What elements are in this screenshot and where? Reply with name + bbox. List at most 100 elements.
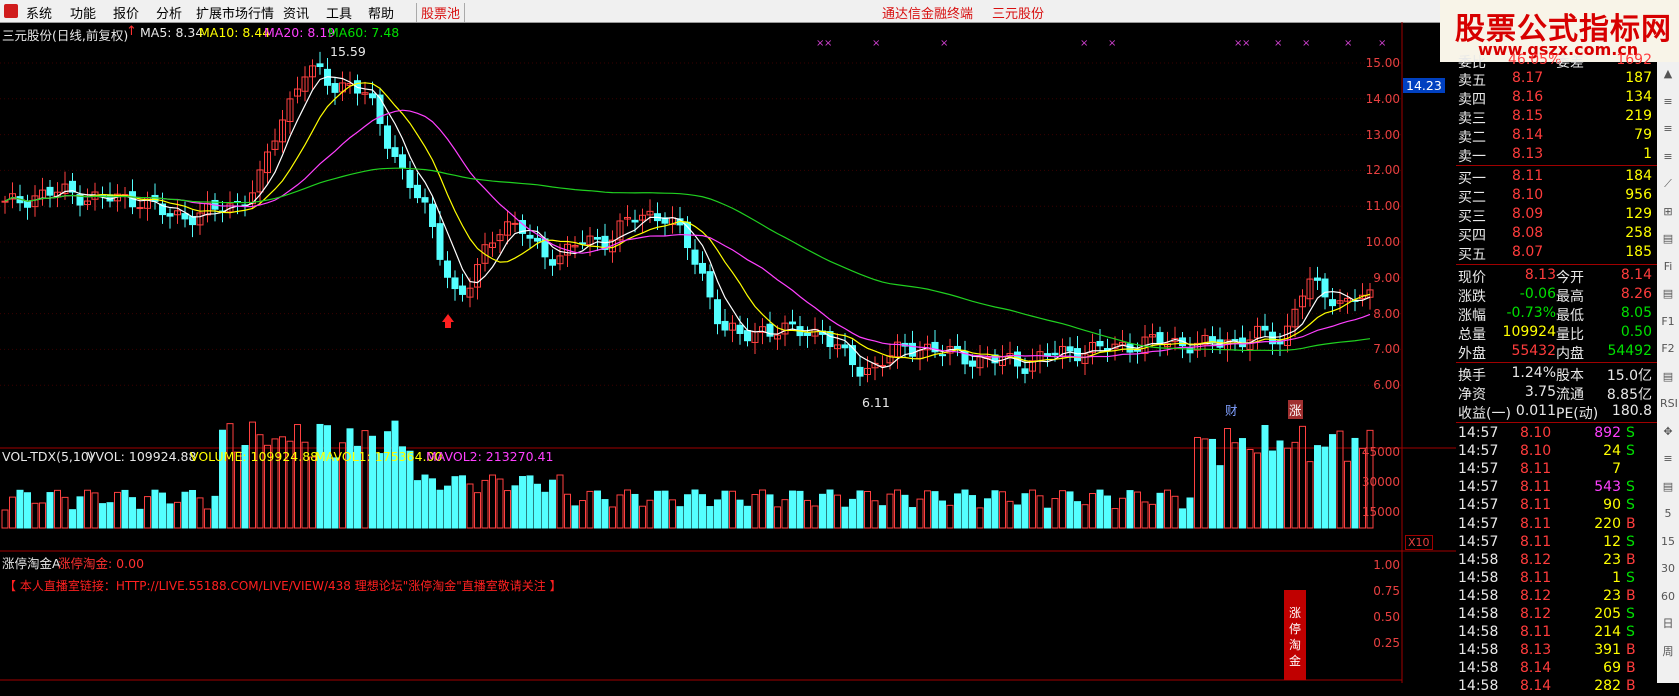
quote-cell: 流通 — [1556, 387, 1584, 403]
volume-bar — [346, 428, 354, 529]
toolbar-tool-icon[interactable]: 日 — [1660, 616, 1676, 632]
toolbar-tool-icon[interactable]: ▤ — [1660, 286, 1676, 302]
candle-body — [459, 285, 466, 295]
price-y-tick: 11.00 — [1365, 199, 1400, 214]
volume-bar — [511, 485, 519, 529]
quote-cell: 8.85亿 — [1606, 387, 1652, 403]
volume-bar — [849, 498, 856, 529]
toolbar-tool-icon[interactable]: 60 — [1660, 589, 1676, 605]
toolbar-tool-icon[interactable]: ▤ — [1660, 369, 1676, 385]
quote-cell: 15.0亿 — [1606, 368, 1652, 384]
volume-bar — [1329, 434, 1336, 529]
toolbar-tool-icon[interactable]: ⟋ — [1660, 176, 1676, 192]
quote-row: 14:58 8.12 23 B — [1456, 588, 1669, 606]
quote-row: 买三 8.09 129 — [1456, 206, 1669, 225]
quote-cell: 258 — [1625, 225, 1652, 241]
volume-bar — [1306, 461, 1314, 529]
volume-bar — [871, 500, 879, 529]
quote-cell: 69 — [1603, 660, 1621, 677]
quote-cell: 8.11 — [1520, 569, 1552, 586]
candle-body — [406, 169, 414, 188]
limit-up-signal-text: 涨停淘金 — [1284, 605, 1306, 669]
volume-bar — [924, 490, 931, 529]
quote-row: 买四 8.08 258 — [1456, 225, 1669, 244]
toolbar-tool-icon[interactable]: ▤ — [1660, 231, 1676, 247]
volume-bar — [61, 496, 69, 529]
menu-tools[interactable]: 工具 — [326, 3, 352, 22]
quote-cell: 8.13 — [1524, 267, 1556, 283]
menu-help[interactable]: 帮助 — [368, 3, 394, 22]
toolbar-tool-icon[interactable]: F1 — [1660, 314, 1676, 330]
toolbar-tool-icon[interactable]: ⊞ — [1660, 204, 1676, 220]
quote-row: 收益(一) 0.011 PE(动) 180.8 — [1456, 403, 1669, 422]
quote-cell: 3.75 — [1524, 384, 1556, 400]
menu-news[interactable]: 资讯 — [283, 3, 309, 22]
volume-bar — [9, 496, 16, 529]
volume-bar — [459, 475, 466, 529]
toolbar-tool-icon[interactable]: 5 — [1660, 506, 1676, 522]
quote-cell: 14:57 — [1458, 425, 1499, 441]
volume-bar — [969, 495, 976, 529]
low-price-label: 6.11 — [862, 395, 890, 410]
volume-bar — [804, 499, 811, 529]
ma20-label: MA20: 8.19 — [264, 25, 336, 40]
candle-body — [1156, 332, 1164, 345]
indicator-value: 涨停淘金: 0.00 — [58, 556, 145, 571]
menu-system[interactable]: 系统 — [26, 3, 52, 22]
quote-cell: B — [1626, 642, 1636, 659]
volume-bar — [549, 479, 556, 529]
financial-badge[interactable]: 财 — [1225, 400, 1238, 419]
quote-cell: 外盘 — [1458, 346, 1486, 362]
volume-bar — [1104, 495, 1111, 529]
quote-cell: 8.17 — [1512, 70, 1544, 86]
candle-body — [736, 324, 744, 334]
signal-x-mark: × — [1344, 38, 1352, 49]
quote-cell: S — [1626, 569, 1635, 586]
menu-function[interactable]: 功能 — [70, 3, 96, 22]
menu-ext-market[interactable]: 扩展市场行情 — [196, 3, 274, 22]
toolbar-tool-icon[interactable]: RSI — [1660, 396, 1678, 412]
menu-stock-pool[interactable]: 股票池 — [416, 3, 466, 22]
quote-cell: 956 — [1625, 187, 1652, 203]
live-room-notice[interactable]: 【 本人直播室链接：HTTP://LIVE.55188.COM/LIVE/VIE… — [4, 577, 562, 594]
toolbar-tool-icon[interactable]: Fi — [1660, 259, 1676, 275]
signal-char: 涨 — [1288, 606, 1301, 620]
volume-bar — [534, 483, 541, 529]
toolbar-tool-icon[interactable]: F2 — [1660, 341, 1676, 357]
volume-bar — [474, 492, 481, 529]
candle-body — [316, 63, 324, 68]
toolbar-tool-icon[interactable]: ≡ — [1660, 121, 1676, 137]
quote-cell: 卖五 — [1458, 73, 1486, 89]
limit-up-badge[interactable]: 涨 — [1288, 400, 1303, 419]
toolbar-tool-icon[interactable]: 30 — [1660, 561, 1676, 577]
volume-bar — [331, 457, 339, 529]
quote-cell: 换手 — [1458, 368, 1486, 384]
quote-cell: 109924 — [1502, 324, 1556, 340]
arrow-up-icon: ↑ — [126, 24, 137, 39]
volume-bar — [31, 502, 39, 529]
volume-bar — [939, 500, 946, 529]
quote-cell: 543 — [1594, 479, 1621, 496]
toolbar-tool-icon[interactable]: ≡ — [1660, 149, 1676, 165]
volume-y-tick: 15000 — [1361, 505, 1400, 519]
volume-bar — [489, 474, 496, 529]
volume-bar — [639, 505, 646, 529]
volume-bar — [69, 509, 76, 529]
toolbar-tool-icon[interactable]: ▲ — [1660, 66, 1676, 82]
toolbar-tool-icon[interactable]: 15 — [1660, 534, 1676, 550]
menu-analysis[interactable]: 分析 — [156, 3, 182, 22]
volume-bar — [1044, 507, 1051, 529]
volume-bar — [706, 506, 714, 529]
candle-body — [436, 223, 444, 260]
toolbar-tool-icon[interactable]: ▤ — [1660, 479, 1676, 495]
toolbar-tool-icon[interactable]: ≡ — [1660, 94, 1676, 110]
toolbar-tool-icon[interactable]: 周 — [1660, 644, 1676, 660]
candle-body — [789, 321, 796, 325]
toolbar-tool-icon[interactable]: ✥ — [1660, 424, 1676, 440]
toolbar-tool-icon[interactable]: ≡ — [1660, 451, 1676, 467]
ma10-label: MA10: 8.44 — [199, 25, 271, 40]
volume-bar — [451, 476, 459, 529]
quote-cell: 0.50 — [1620, 324, 1652, 340]
quote-cell: 54492 — [1607, 343, 1652, 359]
menu-quote[interactable]: 报价 — [113, 3, 139, 22]
